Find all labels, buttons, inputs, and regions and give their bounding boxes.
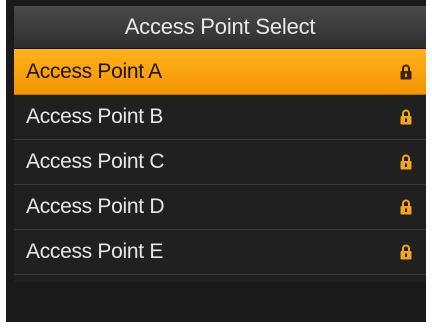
page-title: Access Point Select <box>124 14 316 39</box>
access-point-item-b[interactable]: Access Point B <box>14 95 426 140</box>
access-point-item-d[interactable]: Access Point D <box>14 185 426 230</box>
access-point-label: Access Point D <box>26 195 165 218</box>
lock-icon <box>400 244 412 260</box>
lock-icon <box>400 109 412 125</box>
empty-footer-area <box>14 282 426 316</box>
lock-icon <box>400 199 412 215</box>
lock-icon <box>400 154 412 170</box>
access-point-label: Access Point E <box>26 240 164 263</box>
device-bezel: Access Point Select Access Point A Acces… <box>6 0 426 322</box>
access-point-label: Access Point B <box>26 105 164 128</box>
access-point-label: Access Point A <box>26 59 162 83</box>
device-screen: Access Point Select Access Point A Acces… <box>14 6 426 316</box>
access-point-item-c[interactable]: Access Point C <box>14 140 426 185</box>
lock-icon <box>400 64 412 79</box>
access-point-item-a[interactable]: Access Point A <box>14 49 426 95</box>
title-bar: Access Point Select <box>14 6 426 49</box>
access-point-item-e[interactable]: Access Point E <box>14 230 426 275</box>
access-point-list: Access Point A Access Point B Access Poi… <box>14 49 426 275</box>
access-point-label: Access Point C <box>26 150 165 173</box>
